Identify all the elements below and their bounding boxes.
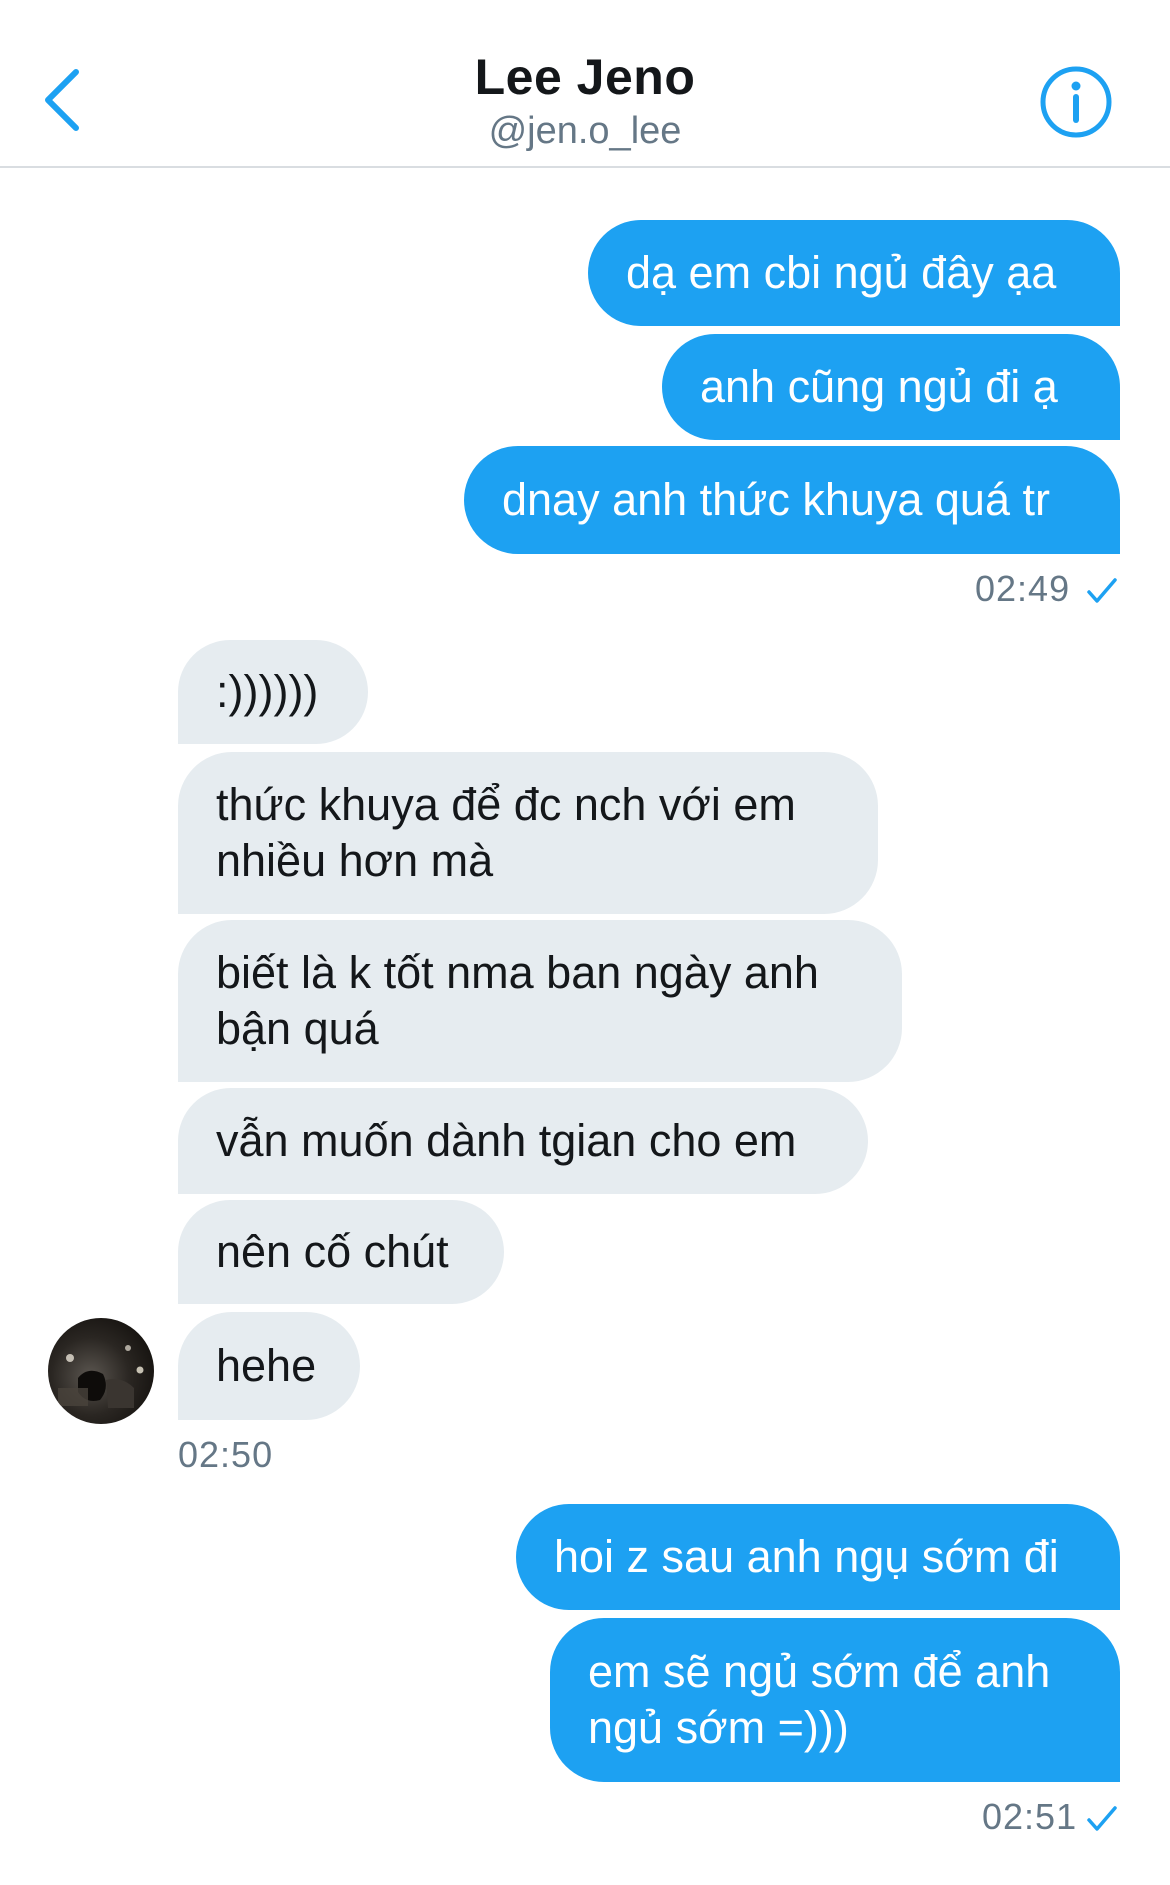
message-text-line: bận quá [216,1003,379,1054]
message-bubble-received[interactable]: :)))))) [178,640,368,744]
message-text-line: thức khuya để đc nch với em [216,779,796,830]
conversation-header: Lee Jeno @jen.o_lee [0,0,1170,168]
message-timestamp: 02:51 [982,1796,1078,1837]
info-button[interactable] [1038,64,1114,140]
message-bubble-sent[interactable]: hoi z sau anh ngụ sớm đi [516,1504,1120,1610]
conversation-title[interactable]: Lee Jeno [0,48,1170,106]
message-bubble-received[interactable]: hehe [178,1312,360,1420]
message-text: nên cố chút [216,1226,449,1277]
check-icon [1087,578,1117,603]
message-text-line: nhiều hơn mà [216,835,494,886]
message-bubble-received[interactable]: biết là k tốt nma ban ngày anh bận quá [178,920,902,1082]
message-text: dnay anh thức khuya quá tr [502,474,1050,525]
message-bubble-sent[interactable]: anh cũng ngủ đi ạ [662,334,1120,440]
avatar[interactable] [48,1318,154,1424]
message-bubble-sent[interactable]: dạ em cbi ngủ đây ạa [588,220,1120,326]
message-bubble-sent[interactable]: dnay anh thức khuya quá tr [464,446,1120,554]
message-timestamp: 02:49 [975,568,1071,609]
message-text: anh cũng ngủ đi ạ [700,361,1058,412]
message-text: dạ em cbi ngủ đây ạa [626,247,1057,298]
check-icon [1087,1806,1117,1831]
message-text-line: em sẽ ngủ sớm để anh [588,1646,1051,1697]
message-bubble-received[interactable]: nên cố chút [178,1200,504,1304]
message-text: hoi z sau anh ngụ sớm đi [554,1531,1059,1582]
message-bubble-received[interactable]: vẫn muốn dành tgian cho em [178,1088,868,1194]
message-text: hehe [216,1340,317,1391]
avatar-photo [58,1345,144,1408]
message-text: :)))))) [216,666,319,717]
conversation-handle: @jen.o_lee [488,110,682,152]
message-bubble-sent[interactable]: em sẽ ngủ sớm để anh ngủ sớm =))) [550,1618,1120,1782]
message-text: vẫn muốn dành tgian cho em [216,1115,797,1166]
info-icon [1040,66,1112,138]
message-bubble-received[interactable]: thức khuya để đc nch với em nhiều hơn mà [178,752,878,914]
message-text-line: biết là k tốt nma ban ngày anh [216,947,819,998]
message-timestamp: 02:50 [178,1434,274,1475]
message-text-line: ngủ sớm =))) [588,1702,849,1753]
